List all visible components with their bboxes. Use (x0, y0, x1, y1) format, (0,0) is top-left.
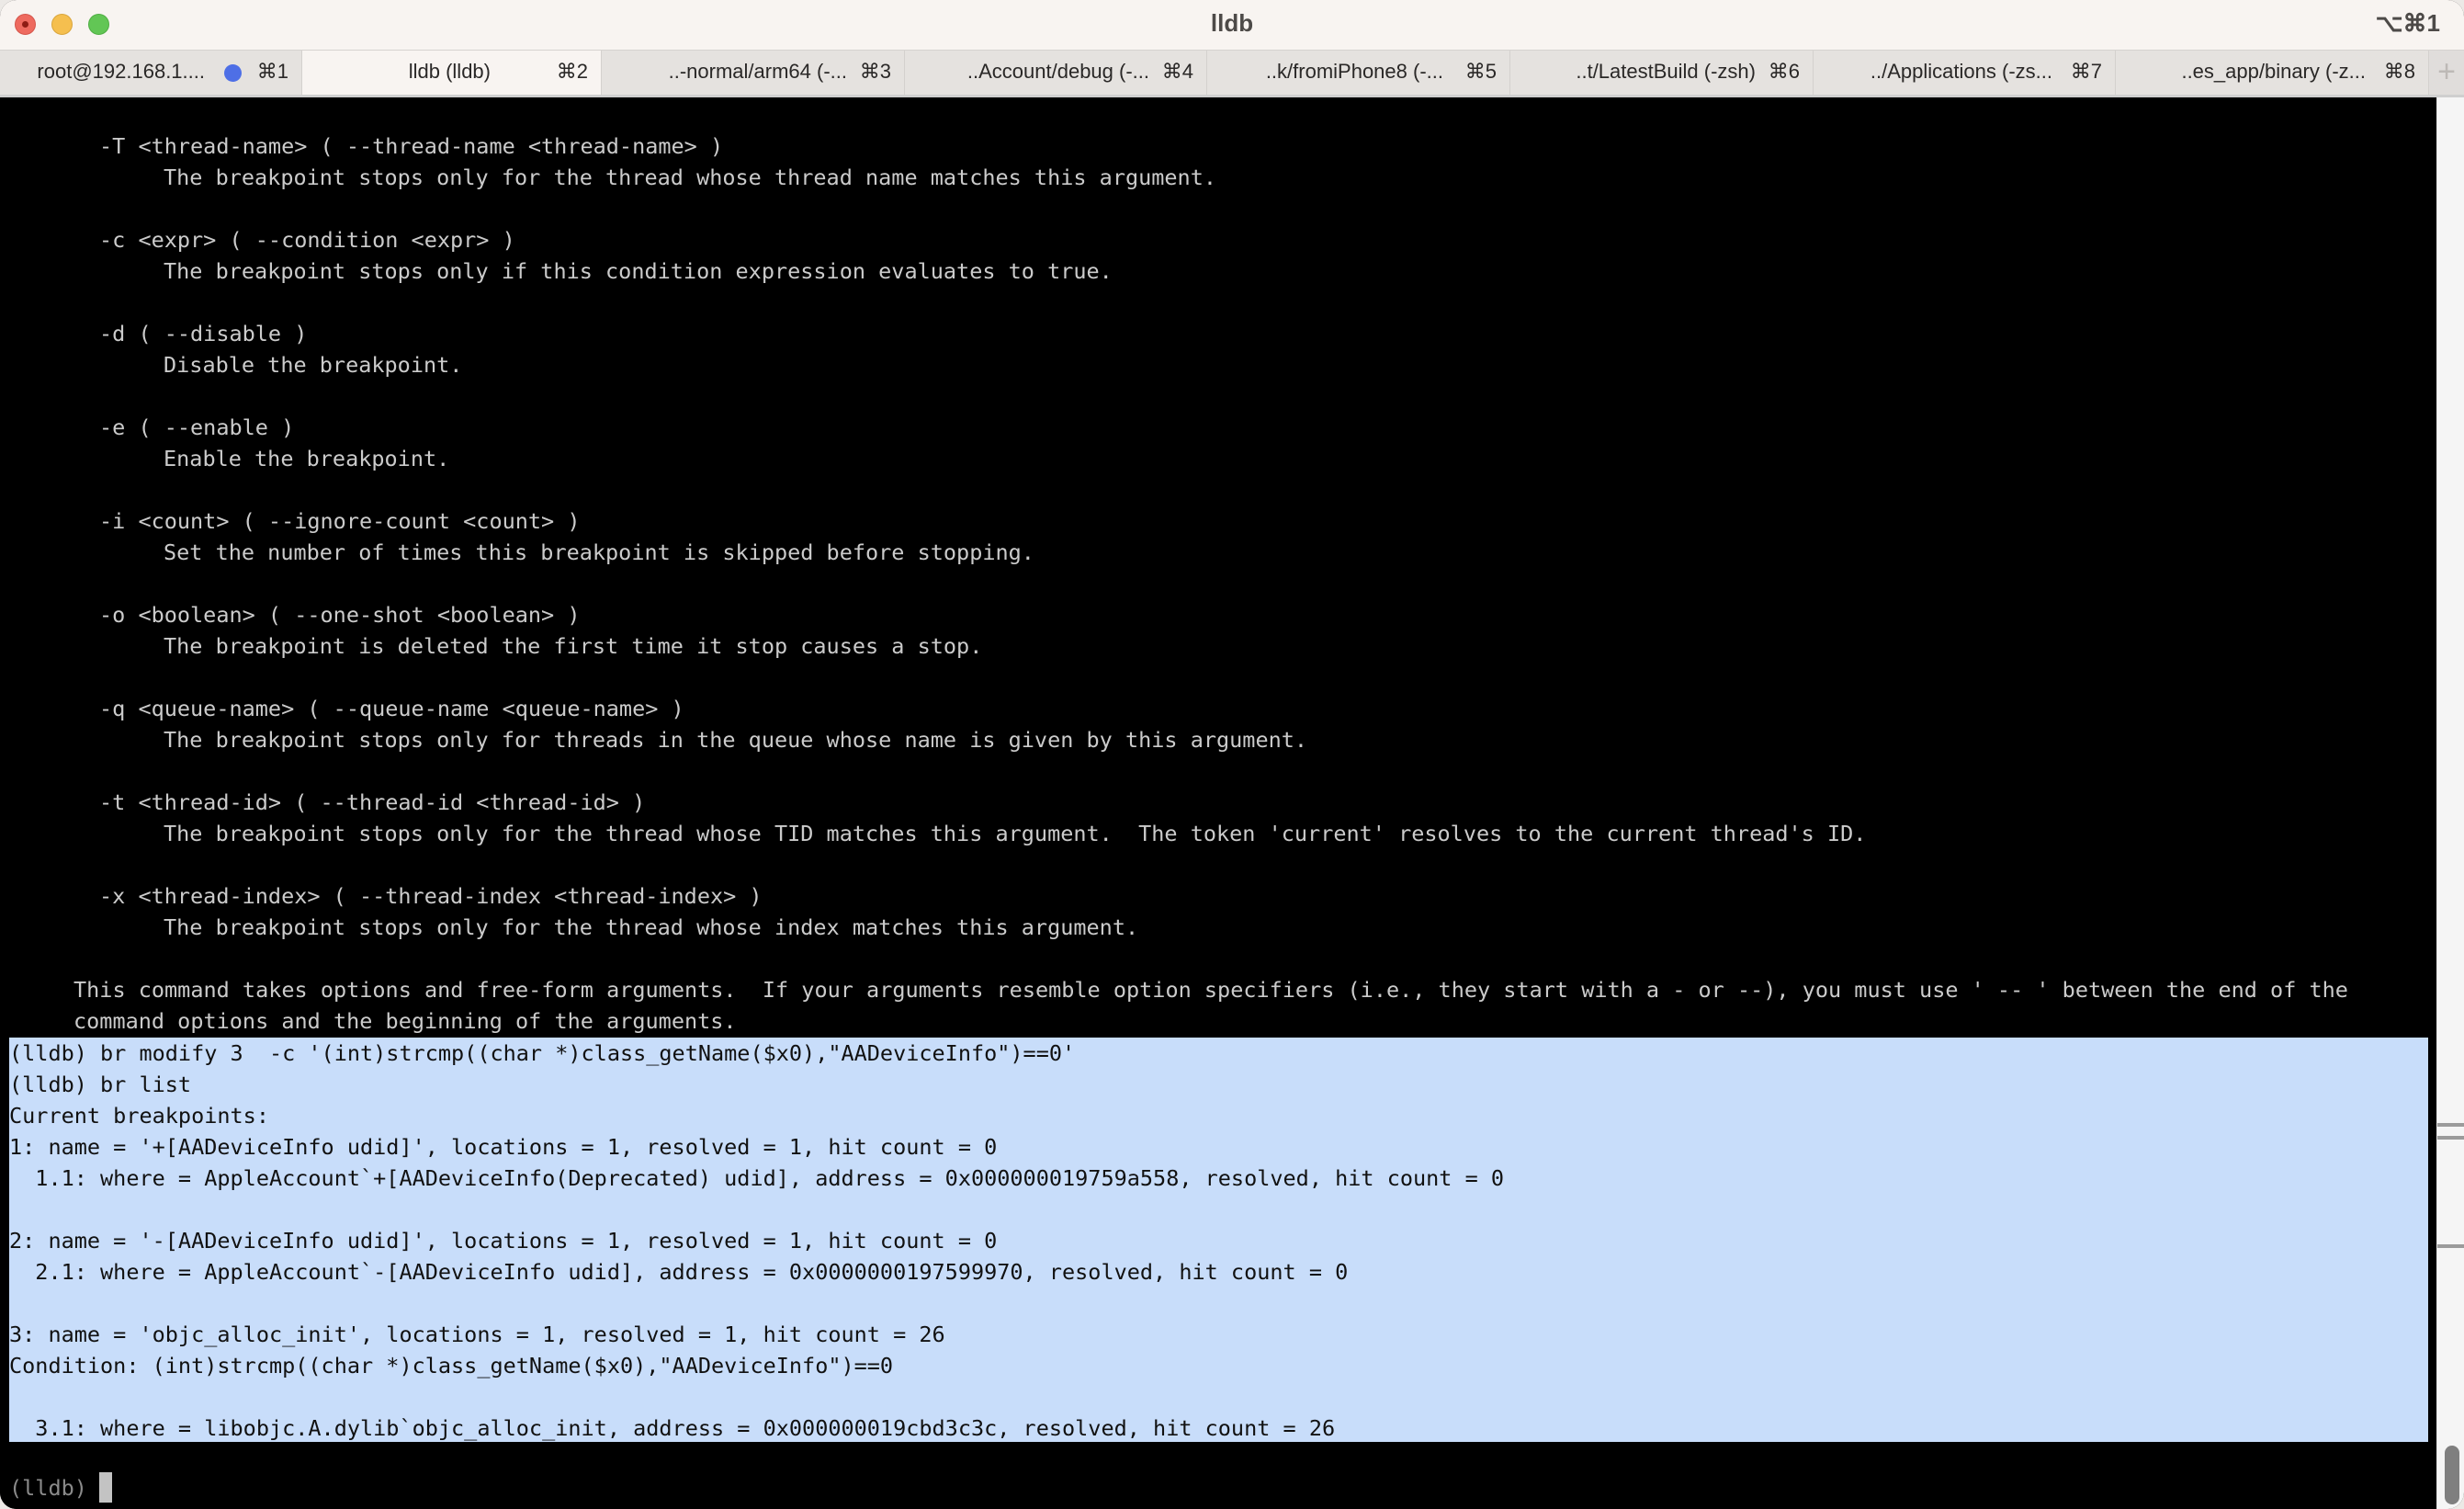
option-flag: -c <expr> ( --condition <expr> ) (99, 227, 515, 253)
tab-shortcut: ⌘3 (859, 60, 891, 83)
tab-7[interactable]: ../Applications (-zs... ⌘7 (1814, 51, 2116, 96)
breakpoint-location-line: 3.1: where = libobjc.A.dylib`objc_alloc_… (9, 1415, 1336, 1441)
option-description: Disable the breakpoint. (164, 352, 463, 378)
option-description: The breakpoint stops only for the thread… (164, 914, 1139, 940)
tab-label: lldb (lldb) (408, 60, 491, 83)
tab-label: ../Applications (-zs... (1870, 60, 2052, 83)
breakpoint-line: 2: name = '-[AADeviceInfo udid]', locati… (9, 1228, 998, 1254)
tab-label: ..Account/debug (-... (966, 60, 1149, 83)
breakpoint-location-line: 1.1: where = AppleAccount`+[AADeviceInfo… (9, 1165, 1505, 1191)
scrollbar-thumb[interactable] (2445, 1446, 2459, 1504)
tab-6[interactable]: ..t/LatestBuild (-zsh) ⌘6 (1510, 51, 1814, 96)
tab-2[interactable]: lldb (lldb) ⌘2 (302, 51, 602, 96)
option-description: The breakpoint stops only if this condit… (164, 258, 1113, 284)
title-bar: lldb ⌥⌘1 (0, 0, 2464, 50)
option-flag: -T <thread-name> ( --thread-name <thread… (99, 133, 724, 159)
option-description: The breakpoint stops only for the thread… (164, 165, 1217, 190)
output-line: Current breakpoints: (9, 1103, 269, 1129)
tab-bar: root@192.168.1.... ⌘1 lldb (lldb) ⌘2 ..-… (0, 50, 2464, 96)
tab-4[interactable]: ..Account/debug (-... ⌘4 (905, 51, 1207, 96)
terminal-window: lldb ⌥⌘1 root@192.168.1.... ⌘1 lldb (lld… (0, 0, 2464, 1509)
tab-8[interactable]: ..es_app/binary (-z... ⌘8 (2116, 51, 2429, 96)
option-description: The breakpoint stops only for the thread… (164, 821, 1867, 846)
tab-shortcut: ⌘1 (256, 60, 288, 83)
tab-label: ..t/LatestBuild (-zsh) (1576, 60, 1756, 83)
prompt: (lldb) (9, 1475, 87, 1501)
tab-shortcut: ⌘8 (2383, 60, 2415, 83)
option-flag: -o <boolean> ( --one-shot <boolean> ) (99, 602, 581, 628)
option-flag: -e ( --enable ) (99, 414, 295, 440)
tab-1[interactable]: root@192.168.1.... ⌘1 (0, 51, 302, 96)
option-description: The breakpoint stops only for threads in… (164, 727, 1308, 753)
breakpoint-line: 3: name = 'objc_alloc_init', locations =… (9, 1322, 945, 1347)
tab-label: ..es_app/binary (-z... (2181, 60, 2366, 83)
tab-shortcut: ⌘7 (2070, 60, 2102, 83)
option-flag: -x <thread-index> ( --thread-index <thre… (99, 883, 763, 909)
help-footer-line: This command takes options and free-form… (73, 977, 2348, 1003)
text-cursor (99, 1472, 112, 1503)
scrollbar[interactable] (2436, 97, 2464, 1509)
option-flag: -i <count> ( --ignore-count <count> ) (99, 508, 581, 534)
scroll-mark (2437, 1136, 2464, 1140)
tab-label: root@192.168.1.... (37, 60, 205, 83)
option-flag: -t <thread-id> ( --thread-id <thread-id>… (99, 789, 646, 815)
scroll-mark (2437, 1244, 2464, 1248)
option-description: Enable the breakpoint. (164, 446, 450, 471)
tab-label: ..-normal/arm64 (-... (668, 60, 847, 83)
option-flag: -q <queue-name> ( --queue-name <queue-na… (99, 696, 684, 721)
tab-3[interactable]: ..-normal/arm64 (-... ⌘3 (602, 51, 905, 96)
command-line: (lldb) br list (9, 1072, 192, 1097)
new-tab-button[interactable]: + (2429, 51, 2464, 96)
breakpoint-line: 1: name = '+[AADeviceInfo udid]', locati… (9, 1134, 998, 1160)
tab-5[interactable]: ..k/fromiPhone8 (-... ⌘5 (1207, 51, 1510, 96)
help-footer-line: command options and the beginning of the… (73, 1008, 737, 1034)
option-description: Set the number of times this breakpoint … (164, 539, 1034, 565)
text-selection[interactable]: (lldb) br modify 3 -c '(int)strcmp((char… (9, 1038, 2428, 1442)
tab-shortcut: ⌘5 (1464, 60, 1497, 83)
window-title: lldb (1210, 9, 1254, 37)
tab-label: ..k/fromiPhone8 (-... (1265, 60, 1443, 83)
command-line: (lldb) br modify 3 -c '(int)strcmp((char… (9, 1040, 1076, 1066)
terminal-output[interactable]: -T <thread-name> ( --thread-name <thread… (0, 97, 2436, 1509)
scroll-mark (2437, 1123, 2464, 1127)
window-shortcut: ⌥⌘1 (2375, 9, 2440, 37)
option-description: The breakpoint is deleted the first time… (164, 633, 983, 659)
breakpoint-condition-line: Condition: (int)strcmp((char *)class_get… (9, 1353, 894, 1379)
tab-shortcut: ⌘6 (1768, 60, 1800, 83)
tab-shortcut: ⌘4 (1161, 60, 1193, 83)
tab-shortcut: ⌘2 (556, 60, 588, 83)
option-flag: -d ( --disable ) (99, 321, 308, 346)
activity-dot-icon (224, 64, 242, 82)
breakpoint-location-line: 2.1: where = AppleAccount`-[AADeviceInfo… (9, 1259, 1349, 1285)
